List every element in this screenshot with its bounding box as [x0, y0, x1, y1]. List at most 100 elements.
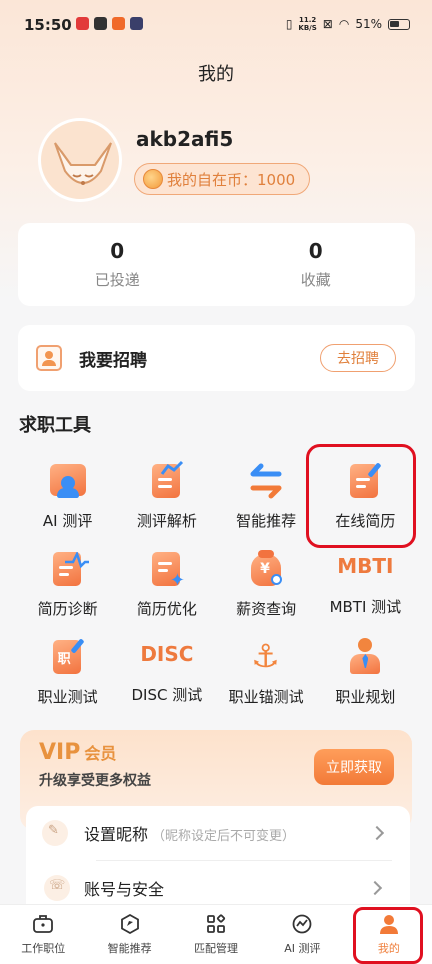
- compass-icon: [120, 913, 139, 935]
- tool-career-plan[interactable]: 职业规划: [316, 628, 415, 716]
- career-glyph: 职: [57, 652, 71, 667]
- tool-label: 职业锚测试: [228, 688, 304, 706]
- disc-icon: DISC: [140, 642, 194, 666]
- tool-label: 简历优化: [136, 600, 197, 618]
- tool-salary-query[interactable]: ¥ 薪资查询: [217, 540, 316, 628]
- vip-subtitle: 升级享受更多权益: [39, 773, 151, 789]
- chevron-right-icon: [369, 825, 385, 841]
- tool-mbti[interactable]: MBTI MBTI 测试: [316, 540, 415, 628]
- fox-avatar-icon: [54, 142, 112, 185]
- settings-item-label: 设置昵称 （昵称设定后不可变更）: [84, 821, 295, 845]
- mbti-icon: MBTI: [337, 554, 394, 578]
- stat-favorites[interactable]: 0 收藏: [217, 223, 416, 306]
- stat-value: 0: [308, 239, 323, 263]
- tool-disc[interactable]: DISC DISC 测试: [117, 628, 216, 716]
- tool-label: DISC 测试: [131, 686, 203, 704]
- status-time: 15:50: [24, 16, 72, 34]
- settings-item-nickname[interactable]: 设置昵称（昵称设定后不可变更）: [26, 806, 410, 860]
- recruit-card: 我要招聘 去招聘: [18, 325, 415, 391]
- coin-balance-text: 我的自在币：1000: [167, 170, 296, 189]
- no-sim-icon: ⊠: [322, 17, 333, 31]
- settings-list: 设置昵称（昵称设定后不可变更） 账号与安全: [26, 806, 410, 912]
- stat-label: 收藏: [300, 271, 331, 289]
- chevron-right-icon: [367, 880, 383, 895]
- tool-assessment-analysis[interactable]: 测评解析: [117, 452, 216, 540]
- app-notification-icon: [130, 17, 143, 30]
- tab-jobs[interactable]: 工作职位: [0, 905, 86, 964]
- status-indicators: ▯ 11.2 KB/S ⊠ ◠ 51%: [286, 16, 410, 32]
- tab-label: 智能推荐: [107, 942, 152, 955]
- wifi-icon: ◠: [338, 17, 350, 31]
- ai-assessment-icon: [47, 460, 89, 502]
- vip-badge-text: VIP: [39, 740, 81, 765]
- username: akb2afi5: [136, 127, 234, 151]
- smart-recommend-icon: [245, 460, 287, 502]
- grid-icon: [207, 914, 226, 933]
- tool-label: 简历诊断: [37, 600, 98, 618]
- tool-label: 职业测试: [37, 688, 98, 706]
- briefcase-icon: [33, 915, 54, 933]
- network-speed: 11.2 KB/S: [298, 16, 316, 32]
- app-notification-icon: [112, 17, 125, 30]
- tab-label: 匹配管理: [194, 942, 239, 955]
- career-plan-icon: [344, 636, 386, 678]
- tools-section-title: 求职工具: [19, 415, 91, 436]
- yen-glyph: ¥: [260, 561, 270, 577]
- vip-get-button[interactable]: 立即获取: [314, 749, 394, 785]
- stats-card: 0 已投递 0 收藏: [18, 223, 415, 306]
- tool-resume-optimize[interactable]: ✦ 简历优化: [117, 540, 216, 628]
- app-notification-icon: [94, 17, 107, 30]
- speed-unit: KB/S: [298, 24, 317, 32]
- tab-smart-recommend[interactable]: 智能推荐: [86, 905, 172, 964]
- settings-label-text: 设置昵称: [84, 825, 149, 844]
- phone-icon: [44, 874, 70, 901]
- vibrate-icon: ▯: [285, 17, 293, 31]
- tool-label: 薪资查询: [236, 600, 297, 618]
- tool-smart-recommend[interactable]: 智能推荐: [217, 452, 316, 540]
- tool-ai-assessment[interactable]: AI 测评: [18, 452, 117, 540]
- tool-label: AI 测评: [42, 512, 93, 530]
- speed-value: 11.2: [298, 16, 317, 24]
- tool-label: 智能推荐: [236, 512, 297, 530]
- stat-value: 0: [110, 239, 125, 263]
- stat-delivered[interactable]: 0 已投递: [18, 223, 217, 306]
- coin-balance-badge[interactable]: 我的自在币：1000: [134, 163, 311, 195]
- status-bar: 15:50 ▯ 11.2 KB/S ⊠ ◠ 51%: [0, 0, 432, 48]
- resume-optimize-icon: ✦: [146, 548, 188, 590]
- coin-icon: [143, 169, 163, 189]
- recruit-title: 我要招聘: [79, 350, 147, 371]
- battery-percent: 51%: [355, 17, 382, 31]
- tab-me-highlight: [353, 907, 423, 964]
- vip-title-suffix: 会员: [84, 744, 117, 763]
- go-recruit-button[interactable]: 去招聘: [320, 344, 396, 372]
- resume-diagnosis-icon: [47, 548, 89, 590]
- settings-item-label: 账号与安全: [84, 879, 165, 899]
- avatar[interactable]: [38, 118, 122, 202]
- tool-label: MBTI 测试: [329, 598, 402, 616]
- page-title: 我的: [198, 64, 234, 85]
- assessment-analysis-icon: [146, 460, 188, 502]
- anchor-glyph: ⚓: [251, 637, 280, 675]
- status-app-icons: [76, 17, 143, 30]
- online-resume-highlight: [306, 444, 416, 548]
- tool-career-test[interactable]: 职 职业测试: [18, 628, 117, 716]
- tool-resume-diagnosis[interactable]: 简历诊断: [18, 540, 117, 628]
- stat-label: 已投递: [94, 271, 140, 289]
- tab-label: 工作职位: [21, 942, 66, 955]
- tool-career-anchor[interactable]: ⚓ 职业锚测试: [217, 628, 316, 716]
- tool-label: 测评解析: [136, 512, 197, 530]
- tool-label: 职业规划: [335, 688, 396, 706]
- salary-query-icon: ¥: [245, 548, 287, 590]
- app-notification-icon: [76, 17, 89, 30]
- settings-hint: （昵称设定后不可变更）: [152, 829, 296, 844]
- chart-icon: [293, 914, 312, 934]
- recruiter-icon: [36, 345, 62, 371]
- career-anchor-icon: ⚓: [245, 636, 287, 678]
- edit-icon: [42, 820, 68, 846]
- tab-match-manage[interactable]: 匹配管理: [173, 905, 259, 964]
- career-test-icon: 职: [47, 636, 89, 678]
- vip-title: VIP 会员: [39, 740, 116, 765]
- tab-ai-assessment[interactable]: AI 测评: [259, 905, 345, 964]
- battery-icon: [388, 18, 410, 30]
- tab-label: AI 测评: [284, 942, 321, 955]
